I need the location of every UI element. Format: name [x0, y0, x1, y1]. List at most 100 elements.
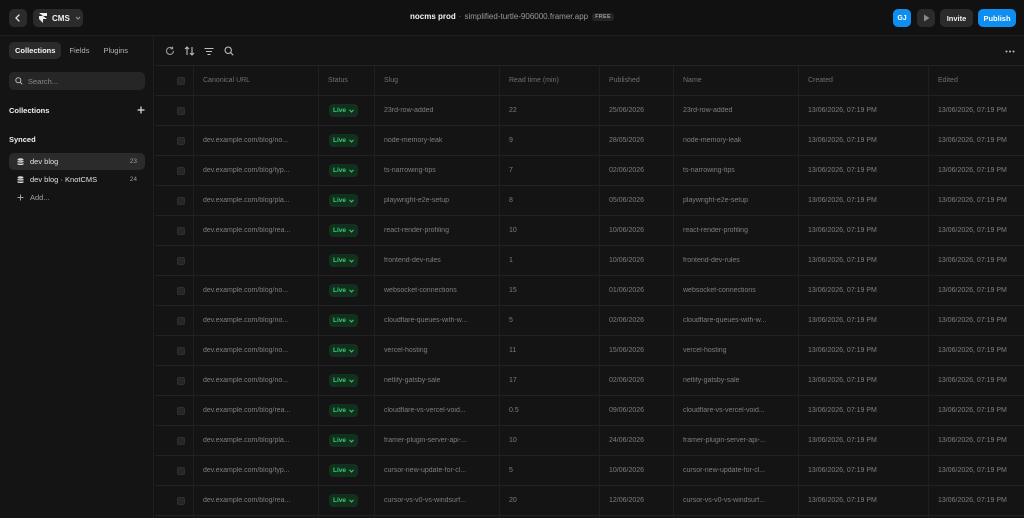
cell-name: websocket-connections [683, 287, 756, 294]
table-row[interactable]: dev.example.com/blog/rea... cursor-vs-v0-… [155, 486, 1024, 516]
status-badge[interactable]: Live [329, 404, 359, 417]
play-icon [923, 14, 929, 22]
avatar[interactable]: GJ [893, 9, 911, 27]
sort-button[interactable] [183, 45, 195, 57]
status-label: Live [333, 197, 347, 204]
row-checkbox[interactable] [177, 197, 185, 205]
column-header-canonical-url[interactable]: Canonical URL [203, 77, 250, 84]
tab-plugins[interactable]: Plugins [97, 42, 134, 59]
status-badge[interactable]: Live [329, 134, 359, 147]
chevron-down-icon [349, 228, 354, 233]
cell-canonical-url: dev.example.com/blog/rea... [203, 497, 291, 504]
row-checkbox[interactable] [177, 437, 185, 445]
add-collection-button[interactable] [136, 105, 146, 115]
more-options-button[interactable] [1003, 45, 1017, 57]
table-row[interactable]: dev.example.com/blog/no... netlify-gatsby… [155, 366, 1024, 396]
table-row[interactable]: frontend-dev-rules 1 10/06/2026 frontend-de… [155, 246, 1024, 276]
row-checkbox[interactable] [177, 347, 185, 355]
table-row[interactable]: dev.example.com/blog/no... node-memory-le… [155, 126, 1024, 156]
chevron-down-icon [349, 108, 354, 113]
cell-name: cursor-new-update-for-cl... [683, 467, 766, 474]
cell-created: 13/06/2026, 07:19 PM [808, 437, 877, 444]
row-checkbox[interactable] [177, 227, 185, 235]
cell-created: 13/06/2026, 07:19 PM [808, 407, 877, 414]
table-row[interactable]: dev.example.com/blog/typ... cursor-new-up… [155, 456, 1024, 486]
column-header-read-time[interactable]: Read time (min) [509, 77, 559, 84]
status-badge[interactable]: Live [329, 434, 359, 447]
table-row[interactable]: dev.example.com/blog/no... vercel-hosting… [155, 336, 1024, 366]
column-header-created[interactable]: Created [808, 77, 833, 84]
add-synced-collection-button[interactable]: Add... [9, 189, 145, 206]
search-box[interactable] [9, 72, 145, 90]
cell-edited: 13/06/2026, 07:19 PM [938, 377, 1007, 384]
preview-button[interactable] [917, 9, 935, 27]
table-row[interactable]: dev.example.com/blog/no... websocket-conn… [155, 276, 1024, 306]
status-badge[interactable]: Live [329, 254, 359, 267]
publish-button[interactable]: Publish [978, 9, 1016, 27]
synced-heading: Synced [9, 135, 36, 144]
column-header-edited[interactable]: Edited [938, 77, 958, 84]
row-checkbox[interactable] [177, 317, 185, 325]
more-horizontal-icon [1005, 50, 1015, 52]
status-badge[interactable]: Live [329, 284, 359, 297]
database-icon [17, 175, 24, 183]
status-badge[interactable]: Live [329, 494, 359, 507]
status-badge[interactable]: Live [329, 104, 359, 117]
row-checkbox[interactable] [177, 167, 185, 175]
table-row[interactable]: dev.example.com/blog/rea... cloudflare-vs… [155, 396, 1024, 426]
table-row[interactable]: dev.example.com/blog/typ... ts-narrowing-… [155, 156, 1024, 186]
row-checkbox[interactable] [177, 377, 185, 385]
column-header-slug[interactable]: Slug [384, 77, 398, 84]
status-badge[interactable]: Live [329, 314, 359, 327]
refresh-button[interactable] [164, 45, 176, 57]
select-all-checkbox[interactable] [177, 77, 185, 85]
cell-edited: 13/06/2026, 07:19 PM [938, 347, 1007, 354]
row-checkbox[interactable] [177, 467, 185, 475]
sidebar-item-dev-blog-knotcms[interactable]: dev blog · KnotCMS 24 [9, 171, 145, 188]
status-badge[interactable]: Live [329, 164, 359, 177]
cell-created: 13/06/2026, 07:19 PM [808, 497, 877, 504]
row-checkbox[interactable] [177, 407, 185, 415]
tab-collections[interactable]: Collections [9, 42, 62, 59]
row-checkbox[interactable] [177, 137, 185, 145]
row-checkbox[interactable] [177, 287, 185, 295]
table-row[interactable]: dev.example.com/blog/pla... framer-plugin… [155, 426, 1024, 456]
cell-created: 13/06/2026, 07:19 PM [808, 377, 877, 384]
table-row[interactable]: dev.example.com/blog/pla... playwright-e2… [155, 186, 1024, 216]
status-badge[interactable]: Live [329, 344, 359, 357]
filter-button[interactable] [203, 45, 215, 57]
column-divider [374, 66, 375, 518]
cell-canonical-url: dev.example.com/blog/rea... [203, 227, 291, 234]
sidebar-item-dev-blog[interactable]: dev blog 23 [9, 153, 145, 170]
title-separator: · [458, 12, 462, 21]
status-badge[interactable]: Live [329, 224, 359, 237]
table-row[interactable]: dev.example.com/blog/rea... react-render-… [155, 216, 1024, 246]
status-badge[interactable]: Live [329, 374, 359, 387]
column-header-name[interactable]: Name [683, 77, 702, 84]
tab-fields[interactable]: Fields [63, 42, 95, 59]
status-badge[interactable]: Live [329, 464, 359, 477]
chevron-down-icon [349, 318, 354, 323]
search-input[interactable] [28, 76, 138, 86]
column-header-status[interactable]: Status [328, 77, 348, 84]
column-divider [798, 66, 799, 518]
search-icon [15, 77, 23, 85]
cell-created: 13/06/2026, 07:19 PM [808, 137, 877, 144]
row-checkbox[interactable] [177, 497, 185, 505]
cell-slug: 23rd-row-added [384, 107, 434, 114]
cell-canonical-url: dev.example.com/blog/no... [203, 347, 289, 354]
status-badge[interactable]: Live [329, 194, 359, 207]
row-checkbox[interactable] [177, 107, 185, 115]
cell-slug: ts-narrowing-tips [384, 167, 436, 174]
column-header-published[interactable]: Published [609, 77, 640, 84]
row-checkbox[interactable] [177, 257, 185, 265]
cell-slug: cursor-vs-v0-vs-windsurf... [384, 497, 467, 504]
table-row[interactable]: 23rd-row-added 22 25/06/2026 23rd-row-added… [155, 96, 1024, 126]
table-search-button[interactable] [223, 45, 235, 57]
sidebar-item-label: dev blog [30, 157, 59, 166]
cell-slug: websocket-connections [384, 287, 457, 294]
invite-button[interactable]: Invite [940, 9, 973, 27]
project-domain[interactable]: simplified-turtle-906000.framer.app [464, 12, 588, 21]
table-row[interactable]: dev.example.com/blog/no... cloudflare-que… [155, 306, 1024, 336]
cell-edited: 13/06/2026, 07:19 PM [938, 257, 1007, 264]
